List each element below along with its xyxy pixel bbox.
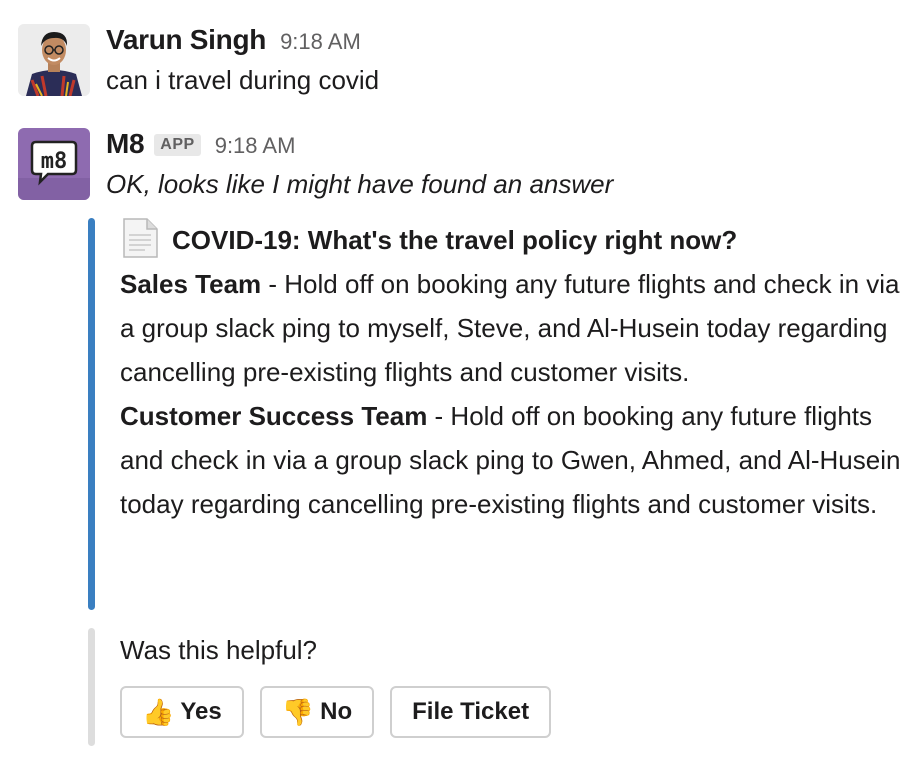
no-label: No (320, 698, 353, 725)
message-body: M8 APP 9:18 AM OK, looks like I might ha… (106, 128, 918, 206)
sender-name[interactable]: M8 (106, 128, 145, 160)
file-ticket-label: File Ticket (412, 698, 530, 725)
policy-paragraph-customer-success: Customer Success Team - Hold off on book… (120, 394, 918, 526)
attachment-title-row: COVID-19: What's the travel policy right… (120, 218, 918, 262)
m8-logo-icon: m8 (18, 128, 90, 200)
message-m8: m8 M8 APP 9:18 AM OK, looks like I might… (18, 128, 918, 208)
timestamp[interactable]: 9:18 AM (280, 29, 361, 55)
feedback-buttons: 👍 Yes 👎 No File Ticket (120, 686, 918, 738)
yes-button[interactable]: 👍 Yes (120, 686, 244, 738)
attachment-title[interactable]: COVID-19: What's the travel policy right… (172, 218, 737, 262)
message-header: M8 APP 9:18 AM (106, 128, 918, 162)
attachment-body: COVID-19: What's the travel policy right… (120, 218, 918, 526)
timestamp[interactable]: 9:18 AM (215, 133, 296, 159)
message-text: can i travel during covid (106, 65, 380, 95)
document-icon (123, 218, 158, 258)
attachment-accent-bar (88, 218, 95, 610)
avatar-m8[interactable]: m8 (18, 128, 90, 200)
thumbs-down-icon: 👎 (281, 696, 315, 727)
yes-label: Yes (180, 698, 222, 725)
team-name: Customer Success Team (120, 401, 428, 431)
feedback-block: Was this helpful? 👍 Yes 👎 No File Ticket (88, 628, 918, 746)
message-header: Varun Singh 9:18 AM (106, 24, 918, 58)
policy-paragraph-sales: Sales Team - Hold off on booking any fut… (120, 262, 918, 394)
sender-name[interactable]: Varun Singh (106, 24, 266, 56)
message-varun: Varun Singh 9:18 AM can i travel during … (18, 24, 918, 104)
message-body: Varun Singh 9:18 AM can i travel during … (106, 24, 918, 102)
thumbs-up-icon: 👍 (142, 696, 175, 727)
feedback-bar (88, 628, 95, 746)
avatar-image (18, 24, 90, 96)
avatar-varun[interactable] (18, 24, 90, 96)
feedback-body: Was this helpful? 👍 Yes 👎 No File Ticket (120, 628, 918, 738)
file-ticket-button[interactable]: File Ticket (390, 686, 552, 738)
feedback-question: Was this helpful? (120, 635, 318, 665)
team-name: Sales Team (120, 269, 262, 299)
no-button[interactable]: 👎 No (259, 686, 375, 738)
answer-attachment: COVID-19: What's the travel policy right… (88, 218, 918, 610)
app-badge: APP (154, 134, 201, 156)
message-text: OK, looks like I might have found an ans… (106, 169, 614, 199)
m8-logo-text: m8 (41, 149, 68, 174)
